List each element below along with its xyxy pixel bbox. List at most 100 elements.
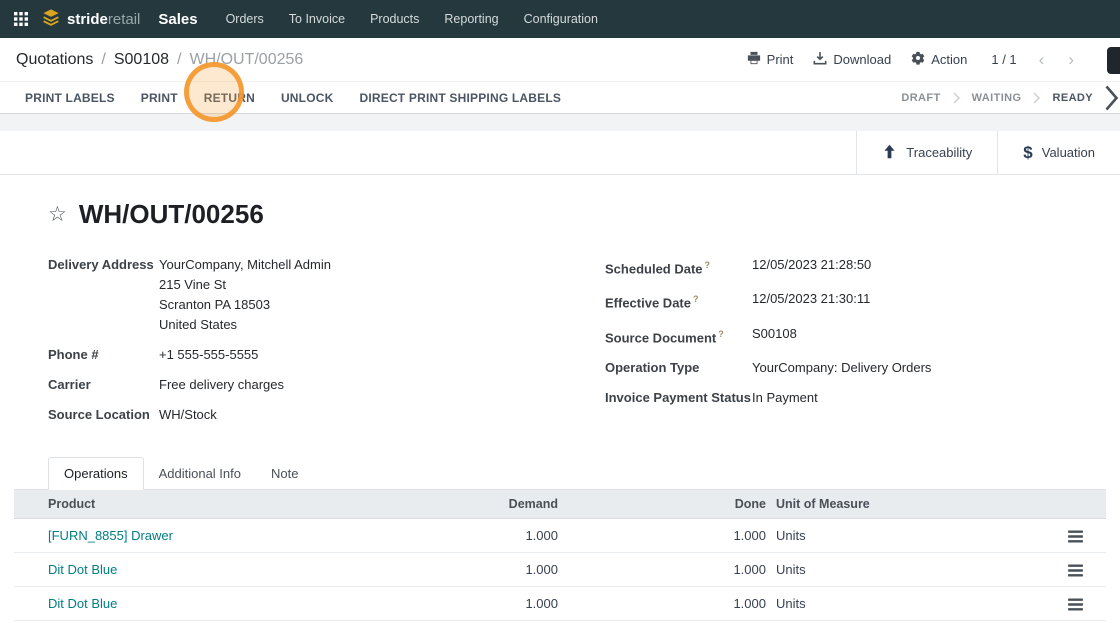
help-icon[interactable]: ?	[693, 294, 699, 304]
top-navbar: strideretail Sales Orders To Invoice Pro…	[0, 0, 1120, 38]
phone-value[interactable]: +1 555-555-5555	[159, 345, 258, 365]
address-line: Scranton PA 18503	[159, 297, 271, 312]
field-operation-type: Operation Type YourCompany: Delivery Ord…	[605, 358, 1106, 378]
uom-cell[interactable]: Units	[768, 518, 1045, 553]
action-label: Action	[931, 52, 968, 67]
address-line: United States	[159, 317, 238, 332]
field-phone: Phone # +1 555-555-5555	[48, 345, 605, 365]
field-delivery-address: Delivery Address YourCompany, Mitchell A…	[48, 255, 605, 335]
breadcrumb-separator: /	[101, 50, 106, 68]
table-row: Dit Dot Blue 1.000 1.000 Units	[14, 586, 1106, 621]
column-header-done[interactable]: Done	[560, 490, 768, 519]
breadcrumb-quotations[interactable]: Quotations	[16, 51, 93, 69]
demand-cell[interactable]: 1.000	[360, 586, 560, 621]
breadcrumb-row: Quotations / S00108 / WH/OUT/00256 Print…	[0, 38, 1120, 82]
unlock-button[interactable]: UNLOCK	[281, 91, 334, 105]
column-header-uom[interactable]: Unit of Measure	[768, 490, 1045, 519]
field-group-left: Delivery Address YourCompany, Mitchell A…	[48, 255, 605, 435]
row-actions-cell	[1045, 586, 1106, 621]
apps-grid-icon[interactable]	[14, 12, 28, 26]
main-menu: Orders To Invoice Products Reporting Con…	[226, 12, 598, 26]
address-line: YourCompany, Mitchell Admin	[159, 257, 331, 272]
menu-item-products[interactable]: Products	[370, 12, 419, 26]
direct-print-shipping-labels-button[interactable]: DIRECT PRINT SHIPPING LABELS	[359, 91, 561, 105]
carrier-value[interactable]: Free delivery charges	[159, 375, 284, 395]
return-button[interactable]: RETURN	[204, 91, 255, 105]
app-name[interactable]: Sales	[158, 11, 197, 28]
demand-cell[interactable]: 1.000	[360, 552, 560, 587]
field-label: Source Document?	[605, 328, 724, 345]
menu-item-to-invoice[interactable]: To Invoice	[289, 12, 345, 26]
brand-logo[interactable]: strideretail	[42, 8, 140, 31]
title-row: ☆ WH/OUT/00256	[14, 199, 1106, 229]
product-cell[interactable]: Dit Dot Blue	[14, 552, 360, 587]
row-actions-cell	[1045, 552, 1106, 587]
pager-next-icon[interactable]: ›	[1066, 51, 1076, 68]
delivery-address-value[interactable]: YourCompany, Mitchell Admin 215 Vine St …	[159, 255, 331, 335]
field-source-document: Source Document? S00108	[605, 324, 1106, 348]
tab-operations[interactable]: Operations	[48, 457, 144, 490]
field-invoice-payment-status: Invoice Payment Status In Payment	[605, 388, 1106, 408]
column-header-product[interactable]: Product	[14, 490, 360, 519]
source-document-value[interactable]: S00108	[752, 324, 797, 348]
field-label: Operation Type	[605, 359, 700, 375]
menu-item-configuration[interactable]: Configuration	[524, 12, 598, 26]
menu-item-reporting[interactable]: Reporting	[444, 12, 498, 26]
print-labels-button[interactable]: PRINT LABELS	[25, 91, 115, 105]
help-icon[interactable]: ?	[718, 329, 724, 339]
detailed-operations-icon[interactable]	[1068, 563, 1083, 577]
field-carrier: Carrier Free delivery charges	[48, 375, 605, 395]
avatar[interactable]	[1107, 47, 1120, 74]
status-bar: DRAFT WAITING READY	[901, 85, 1118, 111]
source-location-value[interactable]: WH/Stock	[159, 405, 217, 425]
status-waiting[interactable]: WAITING	[972, 92, 1022, 104]
background-band	[0, 114, 1120, 131]
valuation-button[interactable]: $ Valuation	[997, 131, 1120, 174]
effective-date-value[interactable]: 12/05/2023 21:30:11	[752, 289, 870, 313]
detailed-operations-icon[interactable]	[1068, 597, 1083, 611]
brand-name: strideretail	[67, 10, 141, 28]
done-cell[interactable]: 1.000	[560, 518, 768, 553]
invoice-payment-status-value[interactable]: In Payment	[752, 388, 818, 408]
status-ready[interactable]: READY	[1052, 92, 1093, 104]
detailed-operations-icon[interactable]	[1068, 529, 1083, 543]
favorite-star-icon[interactable]: ☆	[48, 203, 67, 225]
chevron-right-large-icon	[1105, 85, 1118, 111]
field-label: Scheduled Date?	[605, 260, 711, 277]
uom-cell[interactable]: Units	[768, 552, 1045, 587]
field-group-right: Scheduled Date? 12/05/2023 21:28:50 Effe…	[605, 255, 1106, 435]
dollar-icon: $	[1023, 142, 1033, 162]
pager-count: 1 / 1	[991, 52, 1017, 67]
uom-cell[interactable]: Units	[768, 586, 1045, 621]
product-cell[interactable]: Dit Dot Blue	[14, 586, 360, 621]
demand-cell[interactable]: 1.000	[360, 518, 560, 553]
print-button[interactable]: Print	[747, 51, 793, 68]
download-button[interactable]: Download	[813, 51, 891, 68]
field-label: Effective Date?	[605, 294, 699, 311]
field-scheduled-date: Scheduled Date? 12/05/2023 21:28:50	[605, 255, 1106, 279]
menu-item-orders[interactable]: Orders	[226, 12, 264, 26]
tab-additional-info[interactable]: Additional Info	[144, 458, 256, 489]
field-label: Carrier	[48, 377, 91, 392]
column-header-demand[interactable]: Demand	[360, 490, 560, 519]
arrow-up-icon	[882, 144, 897, 162]
scheduled-date-value[interactable]: 12/05/2023 21:28:50	[752, 255, 871, 279]
help-icon[interactable]: ?	[705, 260, 711, 270]
status-draft[interactable]: DRAFT	[901, 92, 940, 104]
address-line: 215 Vine St	[159, 277, 226, 292]
action-button[interactable]: Action	[911, 51, 967, 68]
download-icon	[813, 51, 827, 68]
action-button-row: PRINT LABELS PRINT RETURN UNLOCK DIRECT …	[0, 82, 1120, 114]
pager-previous-icon[interactable]: ‹	[1037, 51, 1047, 68]
operation-type-value[interactable]: YourCompany: Delivery Orders	[752, 358, 931, 378]
printer-icon	[747, 51, 761, 68]
traceability-button[interactable]: Traceability	[856, 131, 997, 174]
done-cell[interactable]: 1.000	[560, 552, 768, 587]
breadcrumb-s00108[interactable]: S00108	[114, 51, 169, 69]
print-button-secondary[interactable]: PRINT	[141, 91, 178, 105]
tab-note[interactable]: Note	[256, 458, 313, 489]
table-header-row: Product Demand Done Unit of Measure	[14, 490, 1106, 519]
done-cell[interactable]: 1.000	[560, 586, 768, 621]
field-label: Phone #	[48, 347, 99, 362]
product-cell[interactable]: [FURN_8855] Drawer	[14, 518, 360, 553]
